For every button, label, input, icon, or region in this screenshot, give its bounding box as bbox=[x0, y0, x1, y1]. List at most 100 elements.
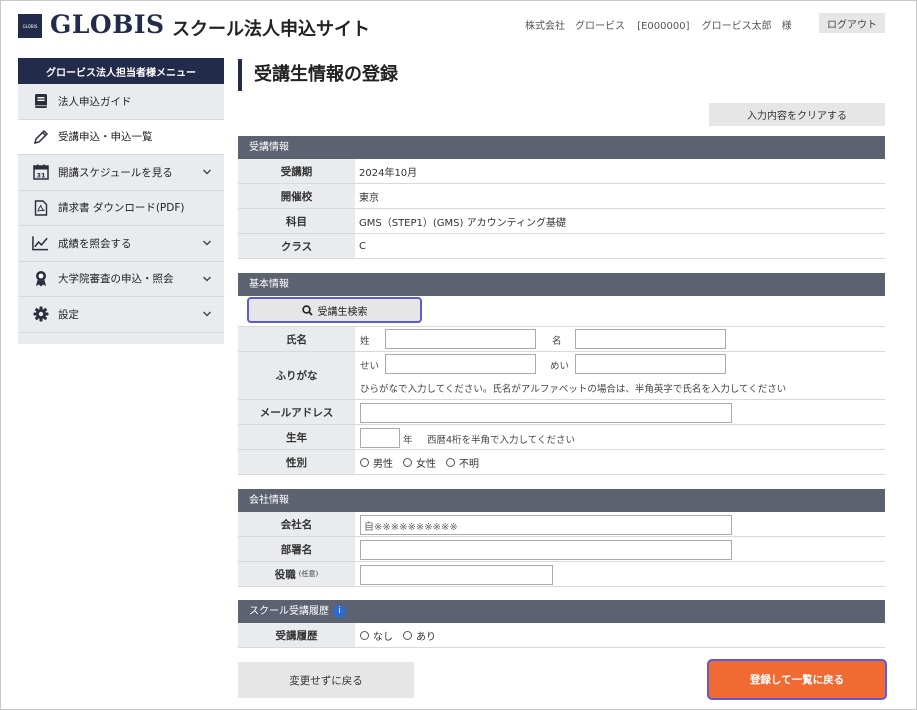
last-name-label: 姓 bbox=[360, 336, 370, 347]
gear-icon bbox=[32, 306, 49, 323]
site-title: スクール法人申込サイト bbox=[172, 19, 370, 40]
row-term: 受講期 2024年10月 bbox=[238, 159, 885, 184]
department-input[interactable] bbox=[360, 540, 732, 560]
gender-options: 男性 女性 不明 bbox=[360, 450, 885, 474]
history-section-title: スクール受講履歴 bbox=[249, 606, 329, 617]
radio-circle[interactable] bbox=[446, 457, 455, 467]
row-history: 受講履歴 なし あり bbox=[238, 623, 885, 648]
kana-help-text: ひらがなで入力してください。氏名がアルファベットの場合は、半角英字で氏名を入力し… bbox=[360, 384, 787, 395]
back-without-changes-button[interactable]: 変更せずに戻る bbox=[238, 662, 414, 698]
first-kana-input[interactable] bbox=[575, 354, 726, 374]
sidebar-item-label: 設定 bbox=[58, 308, 79, 321]
student-search-button[interactable]: 受講生検索 bbox=[247, 297, 422, 323]
chevron-down-icon[interactable] bbox=[202, 309, 212, 322]
section-header-company: 会社情報 bbox=[238, 489, 885, 512]
position-input[interactable] bbox=[360, 565, 553, 585]
year-unit-label: 年 bbox=[403, 435, 413, 446]
history-label: 受講履歴 bbox=[238, 623, 355, 647]
award-ribbon-icon bbox=[32, 270, 49, 287]
subject-value: GMS（STEP1）(GMS) アカウンティング基礎 bbox=[359, 217, 566, 229]
term-value: 2024年10月 bbox=[359, 167, 418, 179]
birth-year-help-text: 西暦4桁を半角で入力してください bbox=[427, 435, 575, 446]
page-title: 受講生情報の登録 bbox=[238, 59, 398, 91]
radio-circle[interactable] bbox=[403, 630, 412, 640]
position-label: 役職 bbox=[274, 568, 296, 581]
sidebar-item-label: 法人申込ガイド bbox=[58, 95, 132, 108]
globis-logo-icon: GLOBIS bbox=[18, 14, 42, 38]
sidebar-item-settings[interactable]: 設定 bbox=[18, 297, 224, 333]
sidebar-item-label: 大学院審査の申込・照会 bbox=[58, 273, 174, 286]
calendar-icon: 31 bbox=[32, 164, 49, 181]
department-label: 部署名 bbox=[238, 537, 355, 561]
row-subject: 科目 GMS（STEP1）(GMS) アカウンティング基礎 bbox=[238, 209, 885, 234]
optional-note: (任意) bbox=[298, 570, 319, 578]
campus-value: 東京 bbox=[359, 192, 379, 204]
row-position: 役職 (任意) bbox=[238, 562, 885, 587]
name-label: 氏名 bbox=[238, 327, 355, 351]
sidebar-item-label: 開講スケジュールを見る bbox=[58, 166, 173, 179]
company-label: 会社名 bbox=[238, 512, 355, 536]
gender-radio-male[interactable]: 男性 bbox=[360, 455, 393, 470]
row-gender: 性別 男性 女性 不明 bbox=[238, 450, 885, 475]
company-input[interactable] bbox=[360, 515, 732, 535]
sidebar-item-graduate-review[interactable]: 大学院審査の申込・照会 bbox=[18, 262, 224, 297]
sidebar-item-grades[interactable]: 成績を照会する bbox=[18, 226, 224, 262]
gender-radio-female[interactable]: 女性 bbox=[403, 455, 436, 470]
gender-label: 性別 bbox=[238, 450, 355, 474]
pdf-file-icon bbox=[32, 199, 49, 216]
class-label: クラス bbox=[238, 234, 355, 258]
book-icon bbox=[32, 93, 49, 110]
app-window: GLOBIS GLOBIS スクール法人申込サイト 株式会社 グロービス [E0… bbox=[0, 0, 917, 710]
history-radio-none[interactable]: なし bbox=[360, 628, 393, 643]
history-radio-yes[interactable]: あり bbox=[403, 628, 436, 643]
brand-name: GLOBIS bbox=[50, 10, 165, 39]
sidebar-item-guide[interactable]: 法人申込ガイド bbox=[18, 84, 224, 120]
register-and-return-button[interactable]: 登録して一覧に戻る bbox=[707, 659, 887, 700]
birth-year-label: 生年 bbox=[238, 425, 355, 449]
sidebar-item-invoice[interactable]: 請求書 ダウンロード(PDF) bbox=[18, 191, 224, 226]
gender-radio-unknown[interactable]: 不明 bbox=[446, 455, 479, 470]
sidebar-item-applications[interactable]: 受講申込・申込一覧 bbox=[18, 119, 224, 155]
radio-circle[interactable] bbox=[360, 630, 369, 640]
radio-circle[interactable] bbox=[360, 457, 369, 467]
pencil-icon bbox=[32, 128, 49, 145]
search-icon bbox=[301, 304, 313, 316]
row-campus: 開催校 東京 bbox=[238, 184, 885, 209]
kana-label: ふりがな bbox=[238, 352, 355, 399]
history-options: なし あり bbox=[360, 623, 885, 647]
chart-line-icon bbox=[32, 235, 49, 252]
company-name: 株式会社 グロービス bbox=[525, 21, 625, 32]
sidebar-heading: グロービス法人担当者様メニュー bbox=[18, 58, 224, 84]
info-icon[interactable]: i bbox=[333, 604, 346, 618]
term-label: 受講期 bbox=[238, 159, 355, 183]
chevron-down-icon[interactable] bbox=[202, 238, 212, 251]
clear-input-button[interactable]: 入力内容をクリアする bbox=[709, 103, 885, 126]
class-value: C bbox=[359, 240, 366, 252]
campus-label: 開催校 bbox=[238, 184, 355, 208]
position-label-cell: 役職 (任意) bbox=[238, 562, 355, 586]
chevron-down-icon[interactable] bbox=[202, 274, 212, 287]
last-kana-label: せい bbox=[360, 361, 380, 372]
first-kana-label: めい bbox=[550, 361, 570, 372]
row-class: クラス C bbox=[238, 234, 885, 259]
first-name-label: 名 bbox=[552, 336, 562, 347]
logout-button[interactable]: ログアウト bbox=[819, 13, 885, 33]
sidebar-menu: グロービス法人担当者様メニュー 法人申込ガイド 受講申込・申込一覧 31 開講ス… bbox=[18, 58, 224, 344]
section-header-history: スクール受講履歴 i bbox=[238, 600, 885, 623]
radio-circle[interactable] bbox=[403, 457, 412, 467]
sidebar-item-label: 請求書 ダウンロード(PDF) bbox=[58, 202, 185, 215]
birth-year-input[interactable] bbox=[360, 428, 400, 448]
email-input[interactable] bbox=[360, 403, 732, 423]
student-search-label: 受講生検索 bbox=[317, 306, 368, 318]
sidebar-item-schedule[interactable]: 31 開講スケジュールを見る bbox=[18, 155, 224, 191]
subject-label: 科目 bbox=[238, 209, 355, 233]
email-label: メールアドレス bbox=[238, 400, 355, 424]
chevron-down-icon[interactable] bbox=[202, 167, 212, 180]
first-name-input[interactable] bbox=[575, 329, 726, 349]
sidebar-item-label: 成績を照会する bbox=[58, 237, 132, 250]
user-name: グロービス太郎 様 bbox=[701, 21, 792, 32]
section-header-course: 受講情報 bbox=[238, 136, 885, 159]
user-info: 株式会社 グロービス [E000000] グロービス太郎 様 bbox=[525, 17, 801, 32]
last-kana-input[interactable] bbox=[385, 354, 536, 374]
last-name-input[interactable] bbox=[385, 329, 536, 349]
